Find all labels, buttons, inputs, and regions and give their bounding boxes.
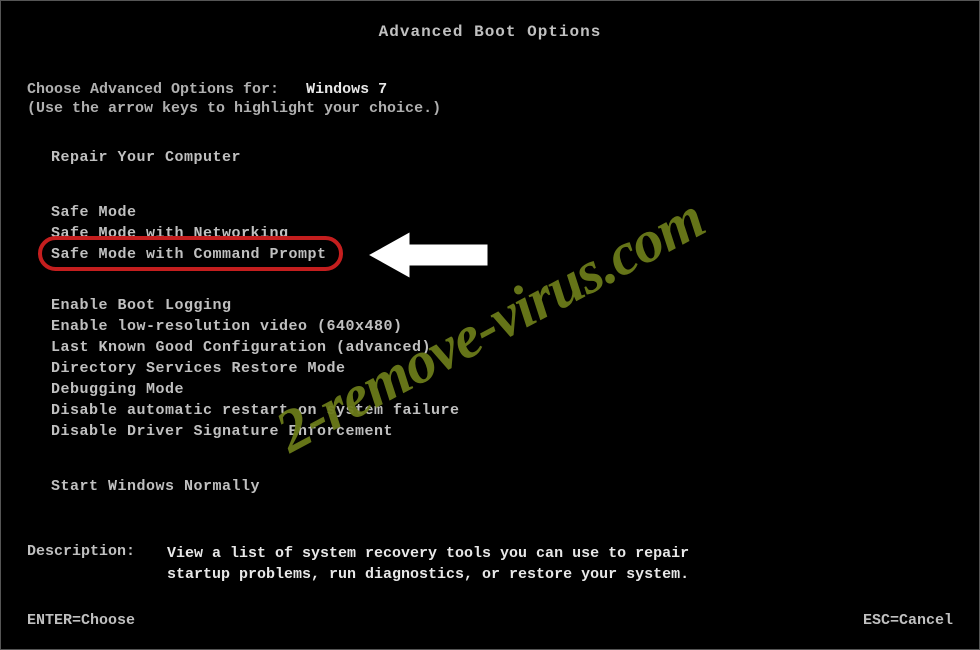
option-disable-auto-restart[interactable]: Disable automatic restart on system fail… xyxy=(51,400,953,421)
prompt-block: Choose Advanced Options for: Windows 7 (… xyxy=(27,81,953,117)
description-text: View a list of system recovery tools you… xyxy=(167,543,689,585)
prompt-line: Choose Advanced Options for: Windows 7 xyxy=(27,81,953,98)
option-repair-computer[interactable]: Repair Your Computer xyxy=(51,147,953,168)
safe-mode-section: Safe Mode Safe Mode with Networking Safe… xyxy=(27,202,953,265)
option-safe-mode[interactable]: Safe Mode xyxy=(51,202,953,223)
option-safe-mode-cmd[interactable]: Safe Mode with Command Prompt xyxy=(51,244,327,265)
os-name: Windows 7 xyxy=(306,81,387,98)
prompt-prefix: Choose Advanced Options for: xyxy=(27,81,279,98)
description-line2: startup problems, run diagnostics, or re… xyxy=(167,566,689,583)
option-disable-driver-sig[interactable]: Disable Driver Signature Enforcement xyxy=(51,421,953,442)
option-last-known-good[interactable]: Last Known Good Configuration (advanced) xyxy=(51,337,953,358)
description-block: Description: View a list of system recov… xyxy=(27,543,953,585)
description-line1: View a list of system recovery tools you… xyxy=(167,545,689,562)
option-boot-logging[interactable]: Enable Boot Logging xyxy=(51,295,953,316)
screen-title: Advanced Boot Options xyxy=(27,23,953,41)
normal-section: Start Windows Normally xyxy=(27,476,953,497)
footer-bar: ENTER=Choose ESC=Cancel xyxy=(27,612,953,629)
advanced-section: Enable Boot Logging Enable low-resolutio… xyxy=(27,295,953,442)
footer-esc: ESC=Cancel xyxy=(863,612,953,629)
description-label: Description: xyxy=(27,543,167,585)
option-start-normally[interactable]: Start Windows Normally xyxy=(51,476,953,497)
boot-options-screen: Advanced Boot Options Choose Advanced Op… xyxy=(0,0,980,650)
option-debugging-mode[interactable]: Debugging Mode xyxy=(51,379,953,400)
highlighted-option-wrapper: Safe Mode with Command Prompt xyxy=(51,244,327,265)
repair-section: Repair Your Computer xyxy=(27,147,953,168)
option-safe-mode-networking[interactable]: Safe Mode with Networking xyxy=(51,223,953,244)
prompt-hint: (Use the arrow keys to highlight your ch… xyxy=(27,100,953,117)
footer-enter: ENTER=Choose xyxy=(27,612,135,629)
option-directory-services[interactable]: Directory Services Restore Mode xyxy=(51,358,953,379)
option-low-res-video[interactable]: Enable low-resolution video (640x480) xyxy=(51,316,953,337)
